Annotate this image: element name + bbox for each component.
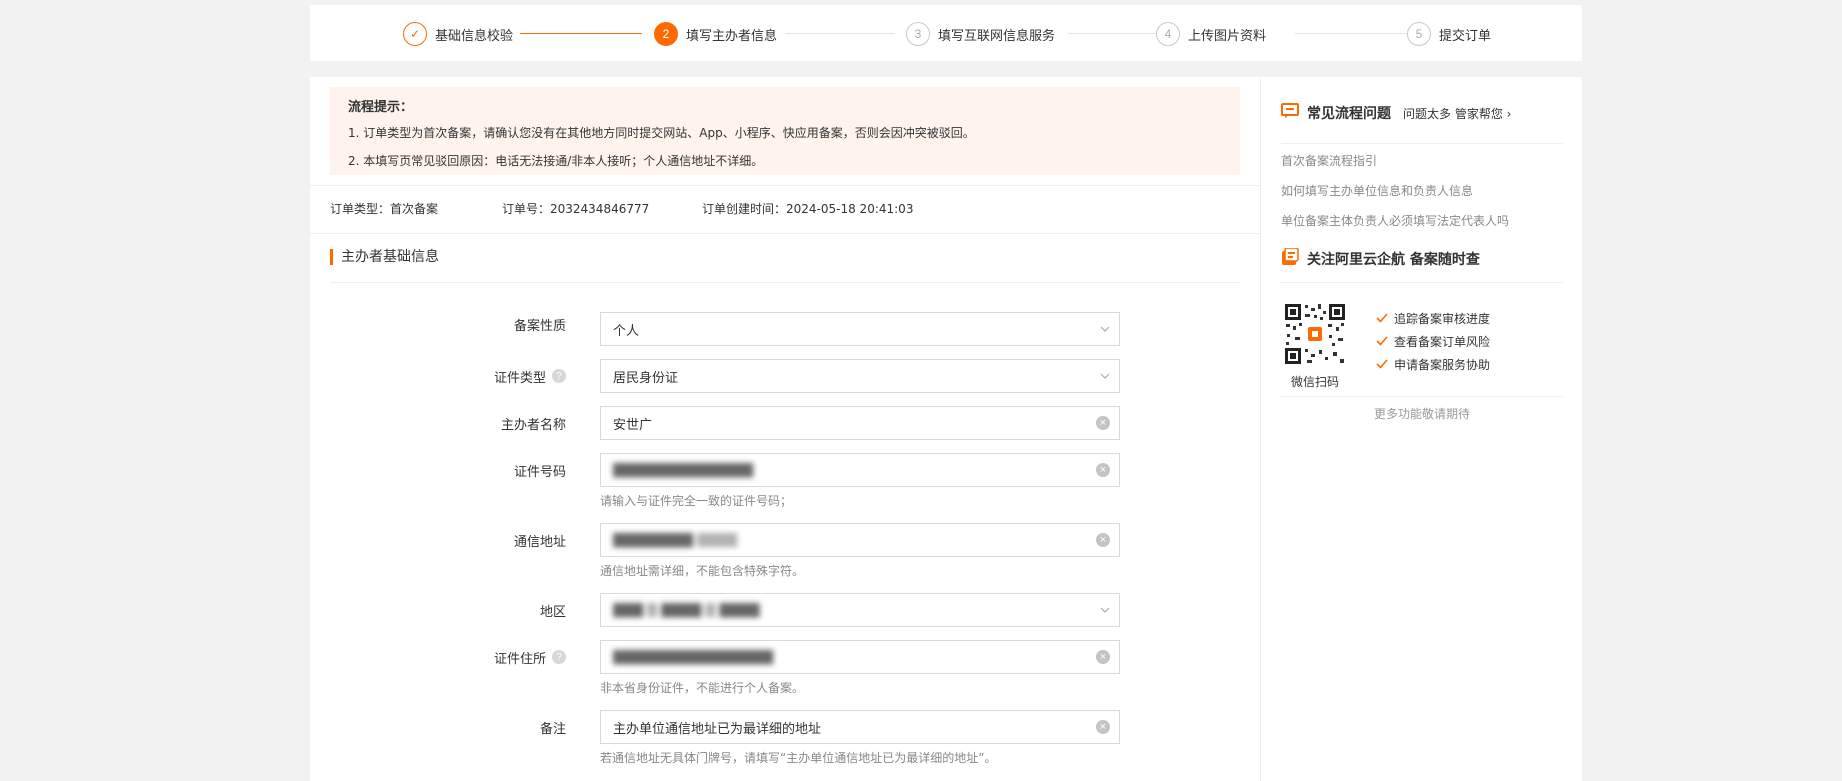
step-connector [785, 33, 895, 34]
section-title: 主办者基础信息 [330, 249, 439, 265]
divider [310, 185, 1260, 186]
wechat-qr-code [1283, 302, 1347, 366]
step-label: 填写主办者信息 [686, 28, 778, 44]
step-progress-bar: ✓ 基础信息校验 2 填写主办者信息 3 填写互联网信息服务 4 上传图片资料 … [310, 5, 1582, 61]
cert-type-label: 证件类型 ? [406, 359, 566, 393]
cert-address-input[interactable]: ████████████████ × [600, 640, 1120, 674]
cert-number-label: 证件号码 [513, 464, 566, 480]
feature-item: 追踪备案审核进度 [1376, 310, 1490, 327]
tips-line-1: 1. 订单类型为首次备案，请确认您没有在其他地方同时提交网站、App、小程序、快… [348, 126, 975, 140]
divider [1281, 143, 1563, 144]
step-3: 3 填写互联网信息服务 [906, 22, 1055, 46]
chevron-down-icon [1091, 607, 1119, 613]
nature-value: 个人 [613, 323, 640, 339]
help-icon[interactable]: ? [552, 369, 566, 383]
step-2: 2 填写主办者信息 [654, 22, 777, 46]
region-label: 地区 [539, 604, 566, 620]
clear-icon[interactable]: × [1087, 720, 1119, 734]
mini-program-icon [1281, 247, 1299, 270]
main-panel: 流程提示： 1. 订单类型为首次备案，请确认您没有在其他地方同时提交网站、App… [310, 77, 1260, 781]
step-connector [1068, 33, 1156, 34]
feature-item: 查看备案订单风险 [1376, 333, 1490, 350]
help-icon[interactable]: ? [552, 650, 566, 664]
order-number: 订单号：2032434846777 [502, 202, 650, 216]
remark-input[interactable]: 主办单位通信地址已为最详细的地址 × [600, 710, 1120, 744]
address-hint: 通信地址需详细，不能包含特殊字符。 [600, 564, 805, 578]
qr-label: 微信扫码 [1290, 375, 1339, 389]
section-divider [330, 282, 1240, 283]
cert-address-value-redacted: ████████████████ [613, 649, 773, 665]
checkmark-icon [1376, 358, 1388, 372]
clear-icon[interactable]: × [1087, 416, 1119, 430]
divider [1281, 282, 1563, 283]
clear-icon[interactable]: × [1087, 650, 1119, 664]
chevron-down-icon [1091, 326, 1119, 332]
sponsor-name-input[interactable]: 安世广 × [600, 406, 1120, 440]
process-tips: 流程提示： 1. 订单类型为首次备案，请确认您没有在其他地方同时提交网站、App… [330, 87, 1240, 175]
address-value-redacted: ████████ ▒▒▒▒ [613, 532, 738, 548]
follow-title: 关注阿里云企航 备案随时查 [1307, 252, 1480, 268]
divider [310, 233, 1260, 234]
step-number: 4 [1156, 22, 1180, 46]
tips-line-2: 2. 本填写页常见驳回原因：电话无法接通/非本人接听；个人通信地址不详细。 [348, 154, 764, 168]
sponsor-name-value: 安世广 [613, 417, 653, 433]
cert-number-value-redacted: ██████████████ [613, 462, 753, 478]
remark-value: 主办单位通信地址已为最详细的地址 [613, 721, 822, 737]
cert-number-hint: 请输入与证件完全一致的证件号码； [600, 494, 793, 508]
divider [1281, 396, 1563, 397]
nature-label: 备案性质 [513, 318, 566, 334]
cert-type-select[interactable]: 居民身份证 [600, 359, 1120, 393]
cert-address-label: 证件住所 ? [406, 640, 566, 674]
step-label: 填写互联网信息服务 [938, 28, 1056, 44]
nature-select[interactable]: 个人 [600, 312, 1120, 346]
checkmark-icon [1376, 335, 1388, 349]
cert-type-value: 居民身份证 [613, 370, 679, 386]
tips-title: 流程提示： [348, 100, 414, 115]
step-number: 2 [654, 22, 678, 46]
faq-helper-link[interactable]: 问题太多 管家帮您 › [1403, 105, 1511, 122]
step-connector [1295, 33, 1407, 34]
checkmark-icon [1376, 312, 1388, 326]
faq-link[interactable]: 如何填写主办单位信息和负责人信息 [1281, 182, 1473, 199]
step-label: 提交订单 [1439, 28, 1492, 44]
chevron-down-icon [1091, 373, 1119, 379]
address-label: 通信地址 [513, 534, 566, 550]
step-4: 4 上传图片资料 [1156, 22, 1266, 46]
step-connector [520, 33, 642, 34]
step-1: ✓ 基础信息校验 [403, 22, 513, 46]
faq-link[interactable]: 首次备案流程指引 [1281, 152, 1377, 169]
step-number: 3 [906, 22, 930, 46]
clear-icon[interactable]: × [1087, 463, 1119, 477]
step-label: 上传图片资料 [1188, 28, 1267, 44]
address-input[interactable]: ████████ ▒▒▒▒ × [600, 523, 1120, 557]
feature-item: 申请备案服务协助 [1376, 356, 1490, 373]
step-done-check-icon: ✓ [403, 22, 427, 46]
cert-number-input[interactable]: ██████████████ × [600, 453, 1120, 487]
order-type: 订单类型：首次备案 [330, 202, 439, 216]
step-5: 5 提交订单 [1407, 22, 1491, 46]
cert-address-hint: 非本省身份证件，不能进行个人备案。 [600, 681, 805, 695]
step-label: 基础信息校验 [435, 28, 514, 44]
region-select[interactable]: ███ ▒ ████ ▒ ████ [600, 593, 1120, 627]
step-number: 5 [1407, 22, 1431, 46]
remark-hint: 若通信地址无具体门牌号，请填写“主办单位通信地址已为最详细的地址”。 [600, 751, 997, 765]
remark-label: 备注 [539, 721, 566, 737]
order-created-time: 订单创建时间：2024-05-18 20:41:03 [702, 202, 914, 216]
faq-title: 常见流程问题 [1307, 106, 1391, 122]
more-features-note: 更多功能敬请期待 [1373, 407, 1470, 421]
chat-bubble-icon [1281, 103, 1299, 123]
help-sidebar: 常见流程问题 问题太多 管家帮您 › 首次备案流程指引 如何填写主办单位信息和负… [1260, 77, 1582, 781]
region-value-redacted: ███ ▒ ████ ▒ ████ [613, 602, 760, 618]
follow-header: 关注阿里云企航 备案随时查 [1281, 247, 1480, 270]
clear-icon[interactable]: × [1087, 533, 1119, 547]
faq-header: 常见流程问题 问题太多 管家帮您 › [1281, 103, 1511, 123]
chevron-right-icon: › [1506, 106, 1512, 121]
faq-link[interactable]: 单位备案主体负责人必须填写法定代表人吗 [1281, 212, 1509, 229]
sponsor-name-label: 主办者名称 [500, 417, 566, 433]
